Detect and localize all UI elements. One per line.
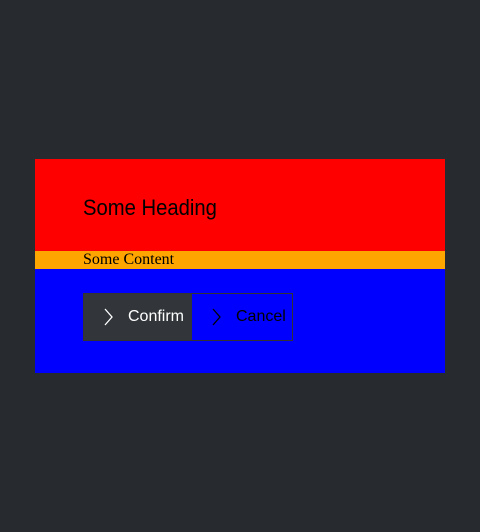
button-group: Confirm Cancel [83, 293, 293, 341]
chevron-right-icon [212, 308, 221, 326]
cancel-button[interactable]: Cancel [192, 294, 292, 340]
cancel-label: Cancel [236, 308, 286, 325]
chevron-right-icon [104, 308, 113, 326]
dialog-heading: Some Heading [83, 195, 217, 220]
dialog-content: Some Content [35, 251, 445, 269]
dialog-footer: Confirm Cancel [35, 269, 445, 373]
confirm-button[interactable]: Confirm [84, 294, 192, 340]
dialog-header: Some Heading [35, 159, 445, 251]
dialog-content-text: Some Content [83, 251, 175, 268]
confirm-label: Confirm [128, 308, 185, 325]
dialog: Some Heading Some Content Confirm Cancel [35, 159, 445, 373]
